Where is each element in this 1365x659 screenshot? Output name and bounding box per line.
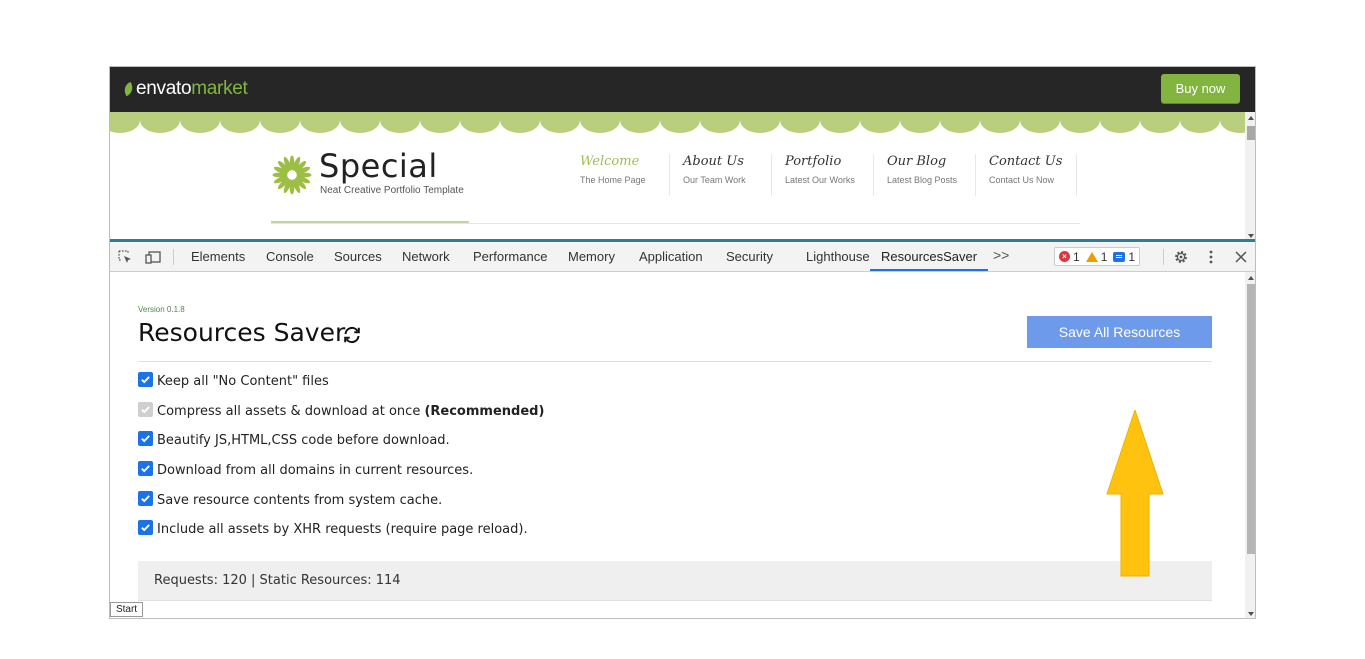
envato-market-bar: envatomarket Buy now — [110, 67, 1255, 112]
option-label: Include all assets by XHR requests (requ… — [157, 522, 528, 538]
tab-memory[interactable]: Memory — [568, 242, 615, 271]
error-icon: × — [1059, 251, 1070, 262]
nav-divider — [271, 223, 1080, 224]
site-scrollbar[interactable] — [1245, 112, 1255, 242]
option-beautify-code[interactable]: Beautify JS,HTML,CSS code before downloa… — [138, 431, 544, 461]
nav-subtitle: Contact Us Now — [989, 175, 1055, 185]
option-include-xhr[interactable]: Include all assets by XHR requests (requ… — [138, 520, 544, 550]
option-compress-assets: Compress all assets & download at once (… — [138, 401, 545, 432]
checkbox[interactable] — [138, 520, 153, 536]
option-label: Beautify JS,HTML,CSS code before downloa… — [157, 433, 450, 449]
kebab-menu-icon[interactable] — [1203, 249, 1219, 265]
checkbox[interactable] — [138, 372, 153, 387]
start-label: Start — [110, 602, 143, 617]
settings-gear-icon[interactable] — [1173, 249, 1189, 265]
nav-title: Portfolio — [785, 154, 842, 169]
checkbox[interactable] — [138, 490, 153, 506]
toolbar-separator — [1163, 249, 1164, 265]
logo-word-market: market — [191, 78, 248, 99]
nav-subtitle: Latest Blog Posts — [887, 175, 958, 185]
nav-subtitle: The Home Page — [580, 175, 646, 185]
nav-subtitle: Our Team Work — [683, 175, 746, 185]
tab-sources[interactable]: Sources — [334, 242, 382, 271]
tab-lighthouse[interactable]: Lighthouse — [806, 242, 870, 271]
nav-item-about-us[interactable]: About Us Our Team Work — [669, 154, 771, 196]
scroll-down-icon[interactable] — [1248, 234, 1254, 238]
nav-title: Contact Us — [989, 154, 1063, 169]
site-title: Special — [319, 147, 438, 185]
site-preview: Special Neat Creative Portfolio Template… — [110, 112, 1255, 242]
inspect-element-icon[interactable] — [117, 249, 133, 265]
option-label: Compress all assets & download at once (… — [157, 403, 545, 419]
option-label: Download from all domains in current res… — [157, 463, 474, 479]
message-count: 1 — [1113, 250, 1135, 264]
flower-logo-icon — [272, 155, 312, 195]
checkbox[interactable] — [138, 431, 153, 447]
refresh-icon[interactable] — [342, 325, 362, 345]
nav-item-contact-us[interactable]: Contact Us Contact Us Now — [975, 154, 1077, 196]
nav-subtitle: Latest Our Works — [785, 175, 855, 185]
browser-frame: envatomarket Buy now Special Neat Creati… — [109, 66, 1256, 619]
option-label: Save resource contents from system cache… — [157, 492, 443, 508]
error-count: × 1 — [1059, 250, 1080, 264]
toolbar-separator — [173, 249, 174, 265]
tab-network[interactable]: Network — [402, 242, 450, 271]
nav-item-welcome[interactable]: Welcome The Home Page — [567, 154, 669, 196]
scroll-up-icon[interactable] — [1248, 276, 1254, 280]
devtools-toolbar: Elements Console Sources Network Perform… — [110, 242, 1255, 272]
more-tabs-button[interactable]: >> — [993, 247, 1009, 263]
warning-icon — [1085, 251, 1098, 262]
site-nav: Welcome The Home Page About Us Our Team … — [567, 154, 1077, 196]
site-tagline: Neat Creative Portfolio Template — [320, 185, 464, 196]
checkbox-disabled — [138, 401, 153, 417]
resourcessaver-panel: Version 0.1.8 Resources Saver Save All R… — [110, 272, 1245, 618]
option-save-from-cache[interactable]: Save resource contents from system cache… — [138, 490, 544, 521]
nav-item-portfolio[interactable]: Portfolio Latest Our Works — [771, 154, 873, 196]
logo-word-envato: envato — [136, 78, 192, 99]
stats-bar: Requests: 120 | Static Resources: 114 — [138, 561, 1212, 601]
version-label: Version 0.1.8 — [138, 305, 185, 314]
warning-count-value: 1 — [1100, 249, 1108, 264]
tab-application[interactable]: Application — [639, 242, 703, 271]
option-keep-no-content[interactable]: Keep all "No Content" files — [138, 372, 544, 402]
recommended-label: (Recommended) — [424, 403, 545, 419]
tab-elements[interactable]: Elements — [191, 242, 245, 271]
issues-counter[interactable]: × 1 1 1 — [1054, 247, 1141, 266]
message-count-value: 1 — [1128, 249, 1136, 264]
scalloped-green-border — [110, 112, 1245, 133]
panel-title: Resources Saver — [138, 318, 346, 347]
tab-performance[interactable]: Performance — [473, 242, 547, 271]
up-arrow-annotation-icon — [1106, 410, 1164, 577]
device-toolbar-icon[interactable] — [145, 249, 161, 265]
option-download-all-domains[interactable]: Download from all domains in current res… — [138, 461, 544, 491]
nav-title: Welcome — [580, 154, 640, 169]
scrollbar-thumb[interactable] — [1247, 126, 1255, 140]
envato-market-logo[interactable]: envatomarket — [122, 78, 248, 100]
scroll-down-icon[interactable] — [1248, 612, 1254, 616]
save-all-resources-button[interactable]: Save All Resources — [1027, 316, 1212, 348]
scrollbar-thumb[interactable] — [1247, 284, 1255, 554]
message-icon — [1113, 251, 1126, 262]
nav-item-our-blog[interactable]: Our Blog Latest Blog Posts — [873, 154, 975, 196]
tab-resourcessaver[interactable]: ResourcesSaver — [870, 242, 989, 271]
close-devtools-icon[interactable] — [1233, 249, 1249, 265]
title-divider — [138, 361, 1212, 362]
options-list: Keep all "No Content" files Compress all… — [138, 372, 544, 550]
panel-scrollbar[interactable] — [1245, 272, 1255, 618]
scroll-up-icon[interactable] — [1248, 116, 1254, 120]
error-count-value: 1 — [1073, 249, 1080, 264]
nav-title: About Us — [683, 154, 744, 169]
buy-now-button[interactable]: Buy now — [1161, 74, 1240, 103]
nav-title: Our Blog — [887, 154, 947, 169]
envato-leaf-icon — [122, 81, 135, 97]
option-label: Keep all "No Content" files — [157, 374, 329, 389]
stats-text: Requests: 120 | Static Resources: 114 — [154, 573, 401, 588]
checkbox[interactable] — [138, 461, 153, 477]
warning-count: 1 — [1085, 249, 1108, 264]
tab-console[interactable]: Console — [266, 242, 314, 271]
tab-security[interactable]: Security — [726, 242, 773, 271]
